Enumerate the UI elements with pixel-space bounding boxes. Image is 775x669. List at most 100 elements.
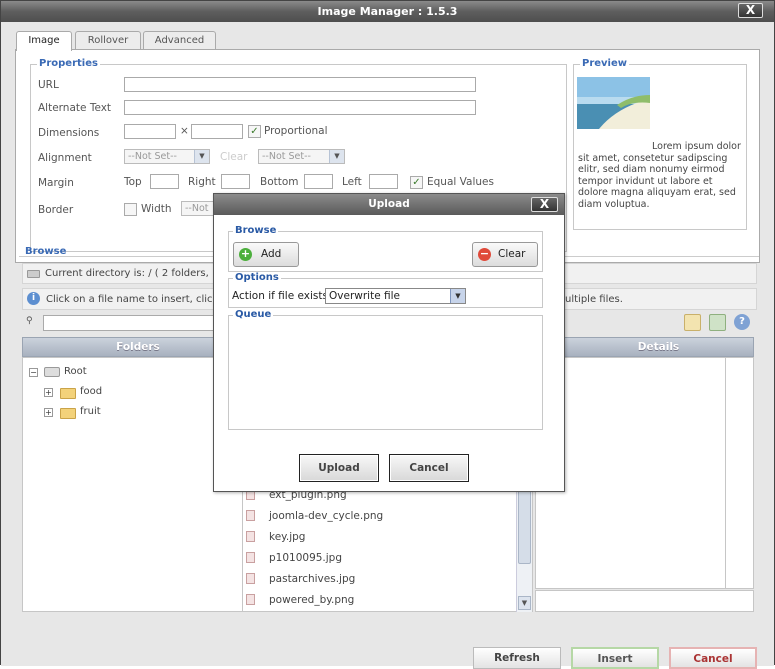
clear-queue-label: Clear [498,248,526,260]
insert-button[interactable]: Insert [571,647,659,669]
border-width-select[interactable]: --Not [181,201,214,216]
folder-icon [60,388,76,399]
drive-icon [27,270,40,278]
margin-bottom-input[interactable] [304,174,333,189]
drive-icon [44,367,60,377]
upload-button[interactable]: Upload [299,454,379,482]
height-input[interactable] [191,124,243,139]
queue-fieldset: Queue [228,309,543,430]
upload-dialog-titlebar: Upload [214,194,564,215]
margin-left-label: Left [342,176,362,188]
upload-icon[interactable] [709,314,726,331]
preview-text: Lorem ipsum dolor sit amet, consetetur s… [578,141,742,210]
equal-values-label: Equal Values [427,176,494,188]
chevron-down-icon: ▼ [194,150,209,163]
alignment-select[interactable]: --Not Set-- ▼ [124,149,210,164]
add-icon: + [239,247,252,261]
action-if-exists-select[interactable]: Overwrite file ▼ [325,288,466,304]
folders-header-label: Folders [116,341,160,353]
close-icon: X [539,197,550,211]
file-name: key.jpg [269,531,306,543]
alt-text-input[interactable] [124,100,476,115]
chevron-down-icon: ▼ [450,289,465,303]
file-icon [246,594,255,605]
add-files-button[interactable]: + Add [233,242,299,267]
image-manager-window: Image Manager : 1.5.3 X Image Rollover A… [0,0,775,669]
queue-legend: Queue [233,309,274,320]
expand-icon[interactable]: + [44,408,53,417]
file-item[interactable]: key.jpg [246,527,305,547]
margin-label: Margin [38,177,74,189]
upload-cancel-button[interactable]: Cancel [389,454,469,482]
border-label: Border [38,204,74,216]
details-side-panel [725,357,754,589]
cancel-button[interactable]: Cancel [669,647,757,669]
dimensions-label: Dimensions [38,127,100,139]
margin-right-label: Right [188,176,216,188]
tab-image-label: Image [28,35,60,46]
details-header: Details [563,337,754,357]
upload-cancel-label: Cancel [409,462,449,474]
new-folder-icon[interactable] [684,314,701,331]
equal-values-checkbox[interactable]: ✓ [410,176,423,189]
collapse-icon[interactable]: − [29,368,38,377]
check-icon: ✓ [250,126,259,137]
upload-dialog: Upload X Browse + Add − Clear Options Ac… [213,193,565,492]
margin-right-input[interactable] [221,174,250,189]
margin-top-label: Top [124,176,142,188]
refresh-button[interactable]: Refresh [473,647,561,669]
tab-rollover[interactable]: Rollover [75,31,141,50]
expand-icon[interactable]: + [44,388,53,397]
file-item[interactable]: joomla-dev_cycle.png [246,506,383,526]
tab-advanced[interactable]: Advanced [143,31,216,50]
clear-select[interactable]: --Not Set-- ▼ [258,149,345,164]
upload-dialog-title: Upload [368,198,410,210]
url-input[interactable] [124,77,476,92]
tree-root[interactable]: Root [64,366,87,377]
files-scrollbar[interactable]: ▼ [516,482,532,612]
chevron-down-icon[interactable]: ▼ [518,596,531,610]
file-item[interactable]: pastarchives.jpg [246,569,355,589]
border-width-value: --Not [185,203,209,214]
tab-advanced-label: Advanced [154,35,205,46]
margin-left-input[interactable] [369,174,398,189]
file-item[interactable]: powered_by.png [246,590,354,610]
details-footer [535,590,754,612]
tab-rollover-label: Rollover [87,35,129,46]
file-item[interactable]: p1010095.jpg [246,548,342,568]
tree-folder-food[interactable]: food [80,386,102,397]
alt-text-label: Alternate Text [38,102,112,114]
margin-top-input[interactable] [150,174,179,189]
proportional-checkbox[interactable]: ✓ [248,125,261,138]
search-input[interactable] [43,315,218,331]
file-icon [246,573,255,584]
alignment-label: Alignment [38,152,92,164]
file-icon [246,552,255,563]
clear-queue-button[interactable]: − Clear [472,242,538,267]
help-icon[interactable]: ? [734,314,750,330]
window-titlebar: Image Manager : 1.5.3 [1,1,774,22]
width-input[interactable] [124,124,176,139]
info-text-left: Click on a file name to insert, clic [46,294,213,305]
upload-browse-legend: Browse [233,225,279,236]
tab-image[interactable]: Image [16,31,72,51]
upload-close-button[interactable]: X [531,197,558,212]
margin-bottom-label: Bottom [260,176,299,188]
preview-legend: Preview [580,58,630,69]
upload-button-label: Upload [318,462,360,474]
chevron-down-icon: ▼ [329,150,344,163]
clear-label: Clear [220,151,248,163]
alignment-value: --Not Set-- [128,151,177,162]
tree-folder-fruit[interactable]: fruit [80,406,101,417]
preview-image-graphic [577,77,650,129]
file-icon [246,531,255,542]
url-label: URL [38,79,59,91]
insert-label: Insert [597,653,633,665]
border-checkbox[interactable] [124,203,137,216]
properties-legend: Properties [37,58,100,69]
details-header-label: Details [637,341,680,353]
scrollbar-thumb[interactable] [518,484,531,564]
remove-icon: − [478,247,491,261]
window-close-button[interactable]: X [738,3,763,18]
folders-panel: − Root + food + fruit [22,357,243,612]
